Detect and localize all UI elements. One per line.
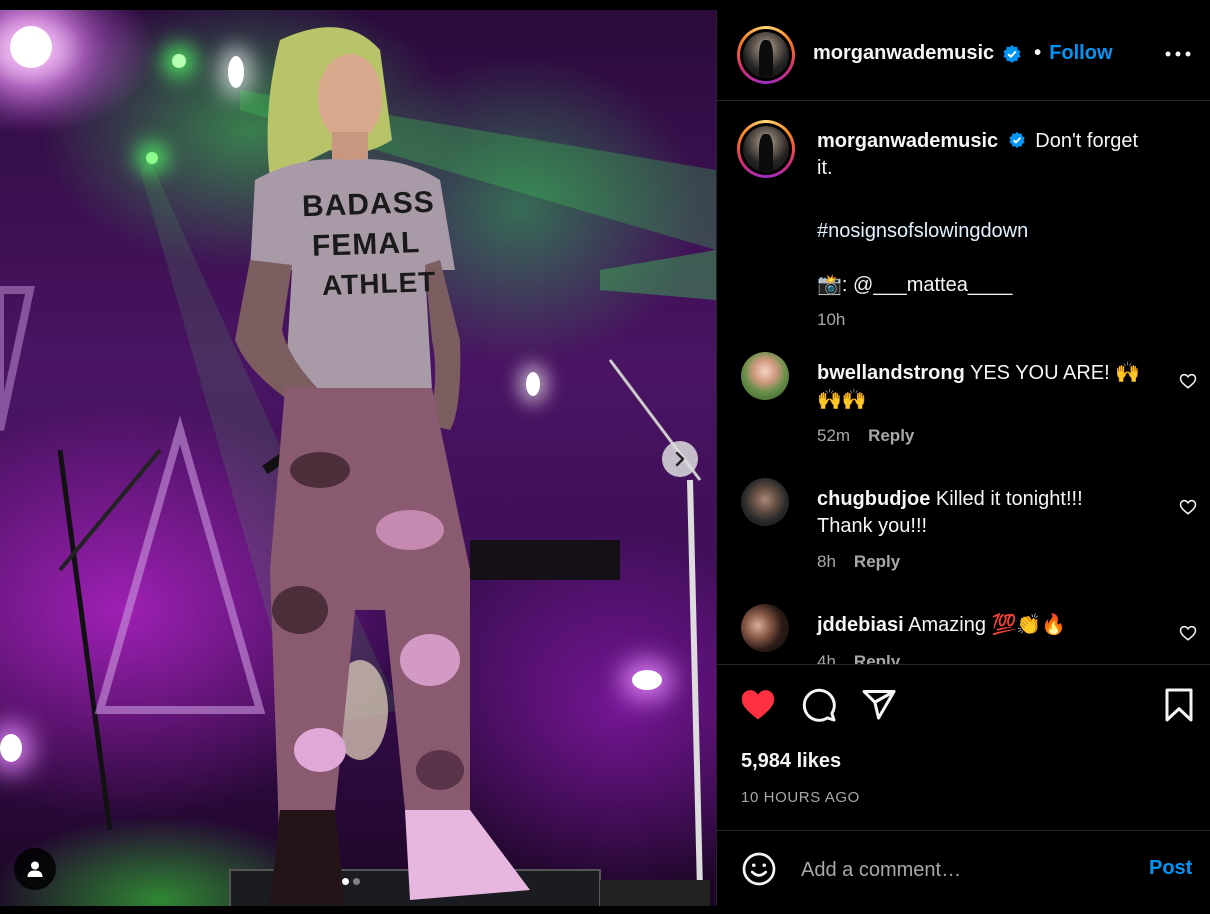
save-bookmark-icon[interactable] <box>1163 687 1195 723</box>
caption-hashtag[interactable]: #nosignsofslowingdown <box>817 218 1028 245</box>
comment-text: Killed it tonight!!! <box>935 488 1083 510</box>
like-comment-heart-icon[interactable] <box>1179 372 1197 390</box>
smiley-icon[interactable] <box>741 851 777 887</box>
shirt-text-line: ATHLET <box>321 266 437 301</box>
reply-button[interactable]: Reply <box>854 552 900 571</box>
comments-list[interactable]: morganwademusic Don't forget it. #nosign… <box>717 102 1210 664</box>
header-separator: • <box>1034 42 1042 64</box>
comment-text: YES YOU ARE! 🙌 <box>970 362 1141 384</box>
performer-illustration <box>0 27 716 906</box>
post-actions: 5,984 likes 10 HOURS AGO <box>717 664 1210 830</box>
post-timestamp: 10 HOURS AGO <box>741 789 860 806</box>
header-username[interactable]: morganwademusic <box>813 42 994 65</box>
reply-button[interactable]: Reply <box>868 426 914 445</box>
caption-text: Don't forget <box>1035 130 1139 152</box>
top-frame <box>0 0 1210 10</box>
comment-text: Thank you!!! <box>817 515 928 537</box>
caption-text: it. <box>817 157 833 179</box>
like-comment-heart-icon[interactable] <box>1179 624 1197 642</box>
carousel-dot <box>353 878 360 885</box>
shirt-text-line: FEMAL <box>311 226 421 263</box>
like-heart-icon[interactable] <box>739 687 777 721</box>
post-header: morganwademusic • Follow <box>717 10 1210 101</box>
caption-username[interactable]: morganwademusic <box>817 130 998 152</box>
share-send-icon[interactable] <box>861 687 897 723</box>
follow-button[interactable]: Follow <box>1049 42 1112 65</box>
comment-username[interactable]: jddebiasi <box>817 614 904 636</box>
reply-button[interactable]: Reply <box>854 652 900 664</box>
profile-avatar[interactable] <box>737 26 795 84</box>
caption-timestamp: 10h <box>817 310 846 329</box>
chevron-right-icon <box>675 451 685 467</box>
post-comment-button[interactable]: Post <box>1149 857 1192 880</box>
caption-avatar[interactable] <box>737 120 795 178</box>
comment-text: 🙌🙌 <box>817 389 867 411</box>
comment-composer: Post <box>717 830 1210 906</box>
shirt-text-line: BADASS <box>301 185 436 224</box>
post-photo[interactable]: BADASS FEMAL ATHLET <box>0 10 716 906</box>
bottom-frame <box>0 906 1210 914</box>
next-photo-button[interactable] <box>662 441 698 477</box>
more-horizontal-icon <box>1165 51 1191 57</box>
comment-text: Amazing 💯👏🔥 <box>908 614 1067 636</box>
verified-badge-icon <box>1009 131 1025 149</box>
comment-username[interactable]: chugbudjoe <box>817 488 930 510</box>
likes-count[interactable]: 5,984 likes <box>741 750 841 773</box>
comment-timestamp: 4h <box>817 652 836 664</box>
post-details-panel: morganwademusic • Follow morganwademusic <box>716 10 1210 906</box>
comment-input[interactable] <box>801 855 1121 885</box>
comment-timestamp: 52m <box>817 426 851 445</box>
more-options-button[interactable] <box>1163 44 1193 64</box>
verified-badge-icon <box>1003 44 1021 63</box>
like-comment-heart-icon[interactable] <box>1179 498 1197 516</box>
caption-credit-text: : @___mattea____ <box>841 274 1013 296</box>
comment-username[interactable]: bwellandstrong <box>817 362 965 384</box>
commenter-avatar[interactable] <box>741 478 789 526</box>
carousel-dot-active <box>342 878 349 885</box>
comment-timestamp: 8h <box>817 552 836 571</box>
tagged-users-button[interactable] <box>14 848 56 890</box>
commenter-avatar[interactable] <box>741 352 789 400</box>
comment-bubble-icon[interactable] <box>801 687 837 723</box>
caption-credit: 📸: @___mattea____ <box>817 272 1012 299</box>
commenter-avatar[interactable] <box>741 604 789 652</box>
user-icon <box>27 861 43 877</box>
camera-emoji: 📸 <box>817 274 842 296</box>
carousel-indicator <box>342 878 360 885</box>
